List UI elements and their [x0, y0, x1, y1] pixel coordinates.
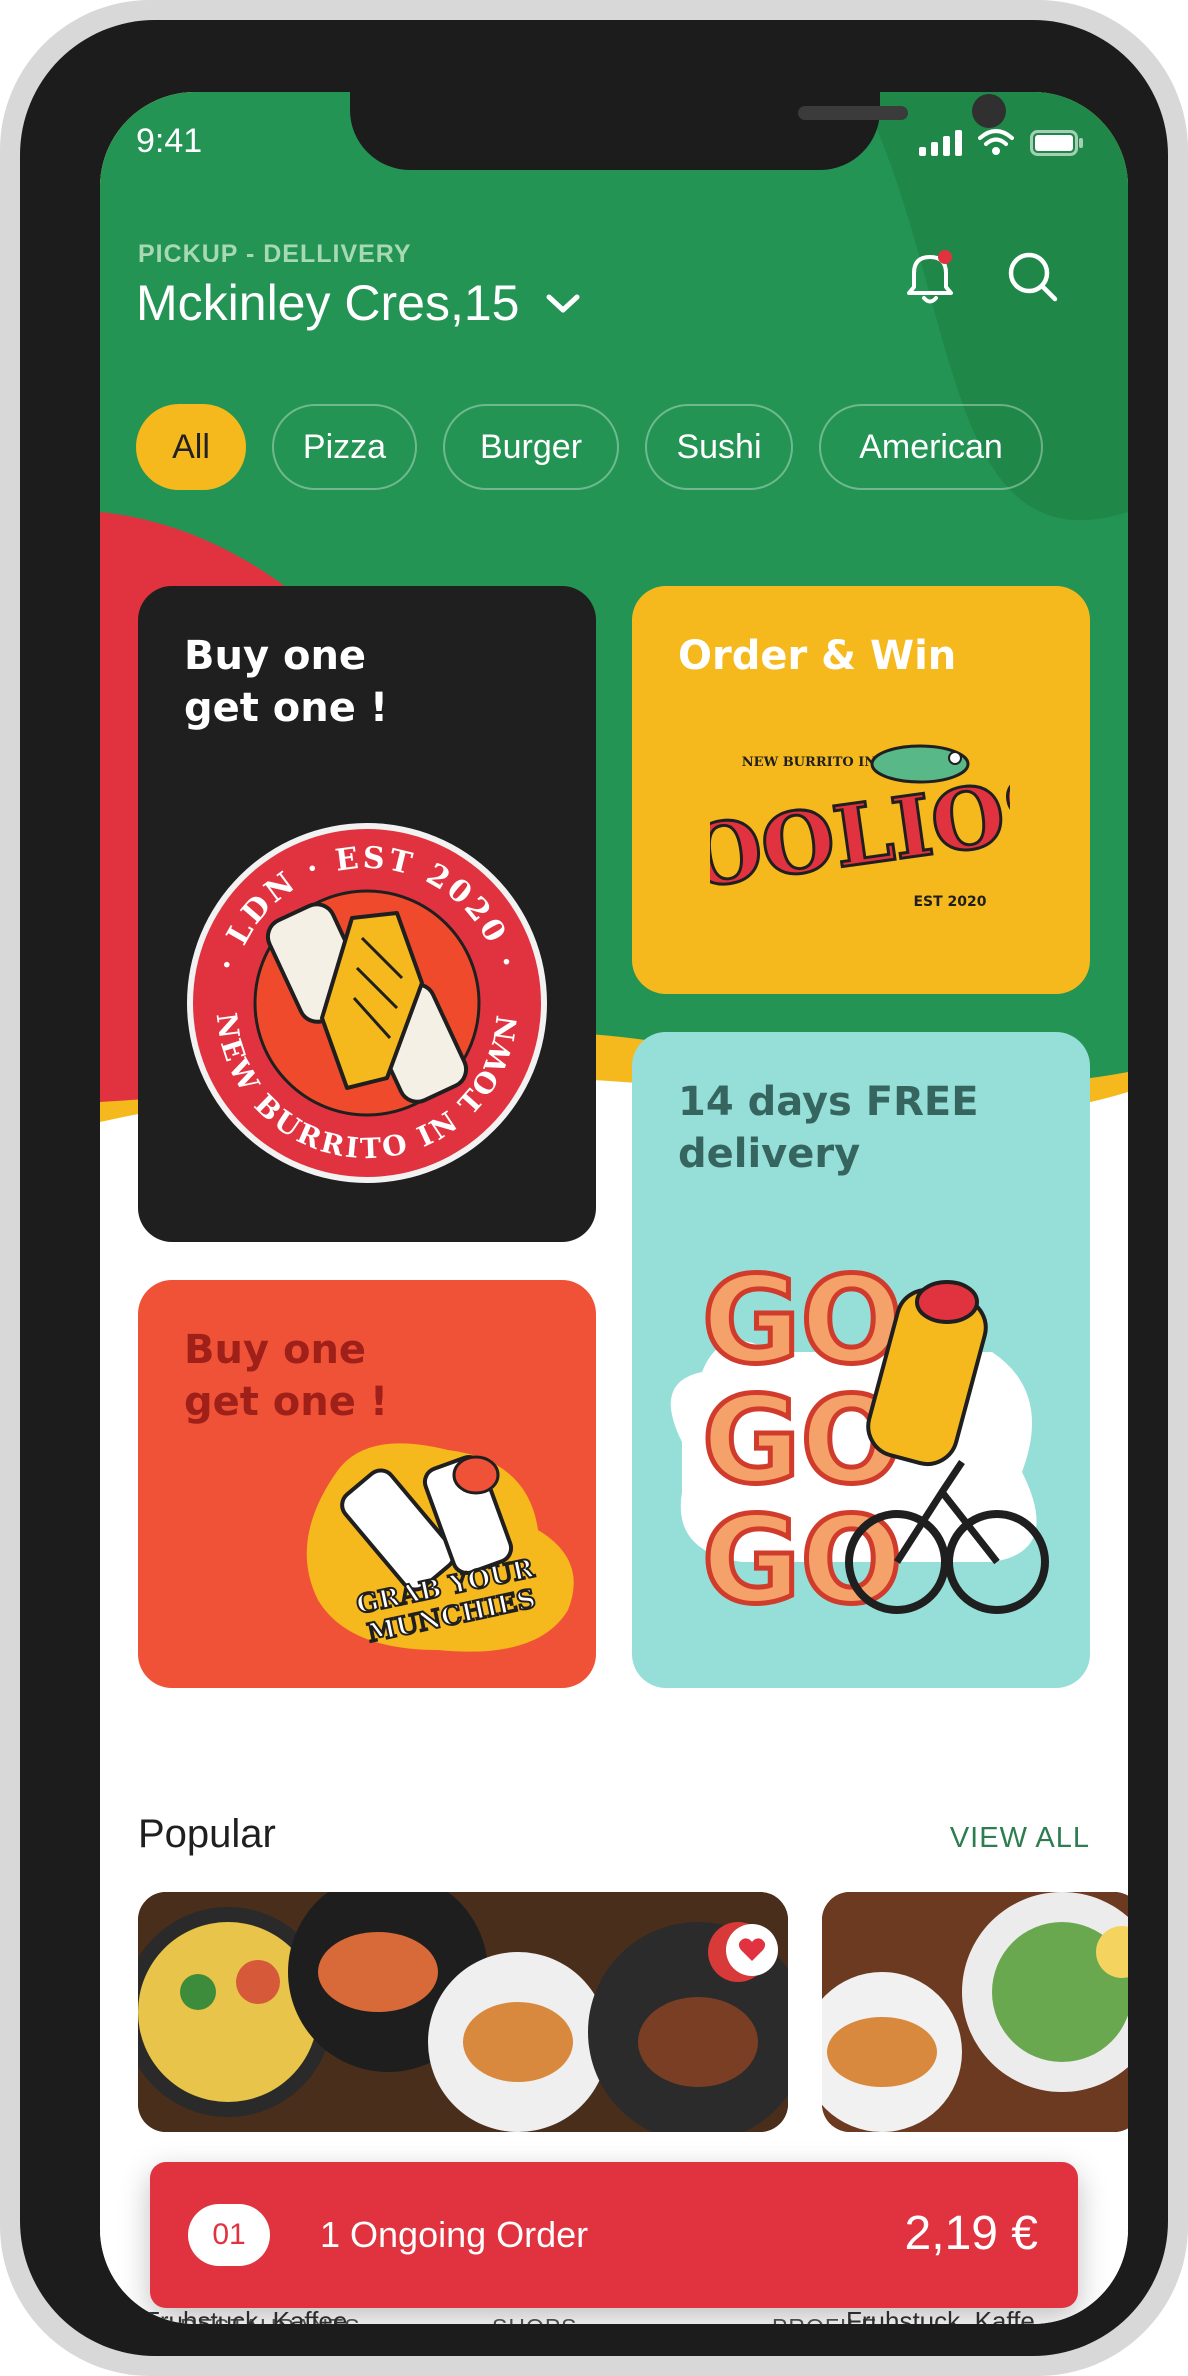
ongoing-order-bar[interactable]: 01 1 Ongoing Order 2,19 € — [150, 2162, 1078, 2308]
go-word-1: GO — [702, 1252, 903, 1391]
speaker — [798, 106, 908, 120]
promo-card-free-delivery[interactable]: 14 days FREE delivery GO GO GO — [632, 1032, 1090, 1688]
app-screen: 9:41 PICKUP - DELLIVERY Mckinley Cres,15… — [100, 92, 1128, 2324]
coolios-badge-logo: · LDN · EST 2020 · NEW BURRITO IN TOWN — [187, 823, 547, 1183]
popular-item-card[interactable] — [138, 1892, 788, 2132]
phone-bezel: 9:41 PICKUP - DELLIVERY Mckinley Cres,15… — [20, 20, 1168, 2356]
delivery-mode-label: PICKUP - DELLIVERY — [138, 240, 412, 268]
location-title: Mckinley Cres,15 — [136, 275, 520, 331]
go-word-3: GO — [702, 1492, 903, 1631]
logo-wordmark: COOLIOS — [710, 757, 1010, 917]
cellular-signal-icon — [919, 130, 962, 156]
notch — [350, 92, 1006, 170]
status-time: 9:41 — [136, 122, 203, 160]
chip-burger[interactable]: Burger — [443, 404, 619, 490]
food-photo — [138, 1892, 788, 2132]
status-icons — [919, 128, 1084, 156]
search-icon — [1008, 252, 1058, 302]
promo-title-line1: 14 days FREE — [678, 1079, 979, 1125]
chevron-down-icon — [546, 294, 580, 313]
item-name: Fruhstuck, Kaffee — [144, 2306, 348, 2324]
order-label: 1 Ongoing Order — [320, 2214, 589, 2255]
popular-title: Popular — [138, 1812, 276, 1856]
popular-item-card[interactable] — [822, 1892, 1128, 2132]
coolios-logo: NEW BURRITO IN TOWN COOLIOS EST 2020 — [710, 744, 1010, 918]
chip-sushi[interactable]: Sushi — [645, 404, 793, 490]
bell-icon — [907, 250, 953, 304]
notification-button[interactable] — [895, 242, 965, 312]
promo-title: Order & Win — [678, 633, 957, 679]
promo-title: Buy one get one ! — [184, 1324, 388, 1428]
battery-icon — [1030, 130, 1083, 156]
chip-pizza[interactable]: Pizza — [272, 404, 417, 490]
promo-title-line2: delivery — [678, 1131, 861, 1177]
order-count-badge: 01 — [188, 2204, 270, 2266]
promo-card-bogo-dark[interactable]: Buy one get one ! · LDN · EST 2020 · NEW… — [138, 586, 596, 1242]
food-photo — [822, 1892, 1128, 2132]
nav-shops[interactable]: SHOPS — [492, 2314, 578, 2324]
category-chips: All Pizza Burger Sushi American — [136, 404, 1043, 490]
item-name: Fruhstuck, Kaffe — [846, 2306, 1035, 2324]
view-all-link[interactable]: VIEW ALL — [950, 1822, 1090, 1855]
order-price: 2,19 € — [904, 2207, 1038, 2260]
chip-all[interactable]: All — [136, 404, 246, 490]
heart-icon — [738, 1938, 766, 1961]
logo-est: EST 2020 — [913, 894, 986, 910]
chip-american[interactable]: American — [819, 404, 1043, 490]
promo-card-bogo-red[interactable]: Buy one get one ! GRAB YOUR MUNCHIES — [138, 1280, 596, 1688]
go-go-go-illustration: GO GO GO — [670, 1250, 1049, 1634]
promo-card-order-win[interactable]: Order & Win NEW BURRITO IN TOWN COOLIOS … — [632, 586, 1090, 994]
phone-frame: 9:41 PICKUP - DELLIVERY Mckinley Cres,15… — [0, 0, 1188, 2376]
promo-title-line1: Buy one — [184, 1327, 367, 1373]
grab-your-munchies-sticker: GRAB YOUR MUNCHIES — [306, 1443, 574, 1652]
location-selector[interactable]: Mckinley Cres,15 — [136, 274, 583, 332]
front-camera — [972, 94, 1006, 128]
promo-title: 14 days FREE delivery — [678, 1076, 979, 1180]
favorite-button[interactable] — [726, 1924, 778, 1976]
promo-title-line1: Buy one — [184, 633, 367, 679]
promo-title-line2: get one ! — [184, 685, 389, 731]
search-button[interactable] — [998, 242, 1068, 312]
promo-title-line2: get one ! — [184, 1379, 389, 1425]
wifi-icon — [978, 129, 1014, 155]
promo-title: Buy one get one ! — [184, 630, 388, 734]
